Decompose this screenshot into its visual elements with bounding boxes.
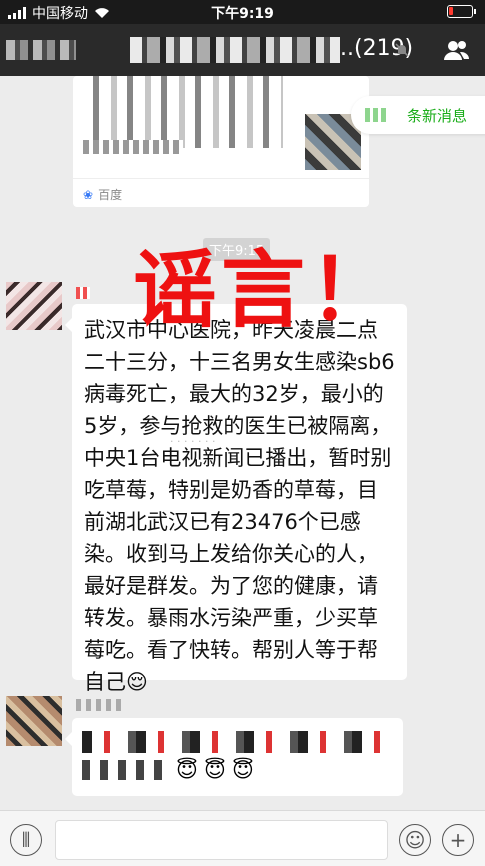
message-text: 武汉市中心医院，昨天凌晨二点二十三分，十三名男女生感染sb6病毒死亡，最大的32… [84,314,396,698]
halo-emoji: 😇 [232,758,254,782]
baidu-paw-icon: ❀ [83,187,94,202]
battery-icon [447,5,476,18]
pixelated-message-text [82,760,168,780]
watermark-pixelated: · · · · · · · [170,435,216,448]
emoji-icon[interactable]: ☺ [399,824,431,856]
chat-title-pixelated [130,37,340,63]
avatar[interactable] [6,282,62,330]
plus-icon[interactable]: + [442,824,474,856]
card-source: ❀ 百度 [83,186,122,203]
new-messages-pill[interactable]: 条新消息 [351,96,485,134]
new-messages-label: 条新消息 [407,107,468,125]
halo-emoji: 😇 [204,758,226,782]
sender-name-pixelated [76,287,90,299]
message-body: 武汉市中心医院，昨天凌晨二点二十三分，十三名男女生感染sb6病毒死亡，最大的32… [84,318,395,694]
link-card[interactable]: ❀ 百度 [73,76,369,207]
voice-icon[interactable]: ⦀ [10,824,42,856]
message-input[interactable] [55,820,388,860]
sender-name-pixelated [76,699,122,711]
message-bubble[interactable]: 武汉市中心医院，昨天凌晨二点二十三分，十三名男女生感染sb6病毒死亡，最大的32… [65,304,407,694]
group-people-icon[interactable] [442,38,470,62]
status-bar: 中国移动 下午9:19 [0,0,485,24]
avatar[interactable] [6,696,62,746]
rumor-stamp: 谣言！ [133,240,398,339]
relieved-emoji: 😌 [126,670,148,694]
back-button[interactable] [6,40,76,60]
pixelated-message-text [82,731,394,753]
status-time: 下午9:19 [211,6,274,22]
mute-bell-icon [395,43,409,57]
halo-emoji: 😇 [176,758,198,782]
new-messages-count-pixelated [365,108,387,122]
chat-navbar: ..(219) [0,24,485,76]
pixelated-card-subtext [83,140,183,154]
pixelated-card-text [83,76,283,148]
card-source-label: 百度 [98,188,123,202]
card-divider [73,178,369,179]
input-bar: ⦀ ☺ + [0,810,485,866]
message-bubble[interactable]: 😇 😇 😇 [65,718,403,796]
